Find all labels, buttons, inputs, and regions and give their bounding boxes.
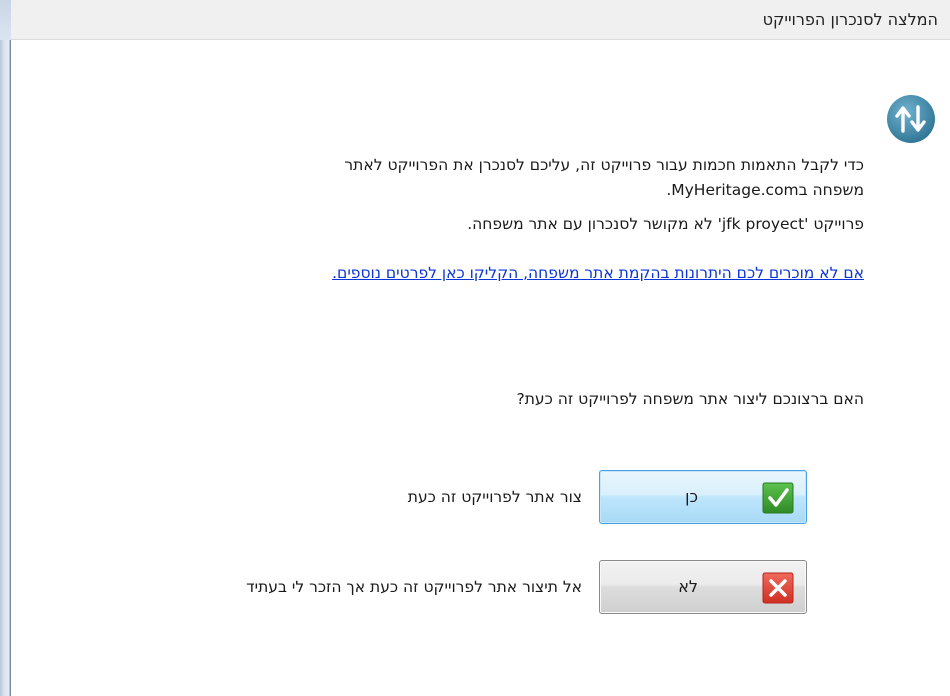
- no-button-label: לא: [678, 577, 698, 596]
- no-option-description: אל תיצור אתר לפרוייקט זה כעת אך הזכר לי …: [246, 578, 582, 596]
- window-frame-left: [0, 0, 11, 696]
- checkmark-icon: [762, 482, 794, 514]
- title-bar[interactable]: המלצה לסנכרון הפרוייקט: [11, 0, 950, 40]
- learn-more-link[interactable]: אם לא מוכרים לכם היתרונות בהקמת אתר משפח…: [332, 264, 864, 282]
- yes-button-label: כן: [685, 487, 698, 506]
- question-text: האם ברצונכם ליצור אתר משפחה לפרוייקט זה …: [516, 390, 864, 408]
- yes-option-description: צור אתר לפרוייקט זה כעת: [407, 488, 582, 506]
- message-line-2: משפחה בMyHeritage.com.: [666, 181, 864, 199]
- yes-button[interactable]: כן: [599, 470, 807, 524]
- dialog-content: כדי לקבל התאמות חכמות עבור פרוייקט זה, ע…: [11, 40, 950, 696]
- no-button[interactable]: לא: [599, 560, 807, 614]
- message-line-1: כדי לקבל התאמות חכמות עבור פרוייקט זה, ע…: [344, 156, 864, 174]
- message-line-3: פרוייקט 'jfk proyect' לא מקושר לסנכרון ע…: [467, 215, 864, 233]
- dialog-window: המלצה לסנכרון הפרוייקט כדי לקבל התאמות ח…: [0, 0, 950, 696]
- window-title: המלצה לסנכרון הפרוייקט: [762, 10, 938, 29]
- sync-arrows-icon: [887, 95, 935, 143]
- x-icon: [762, 572, 794, 604]
